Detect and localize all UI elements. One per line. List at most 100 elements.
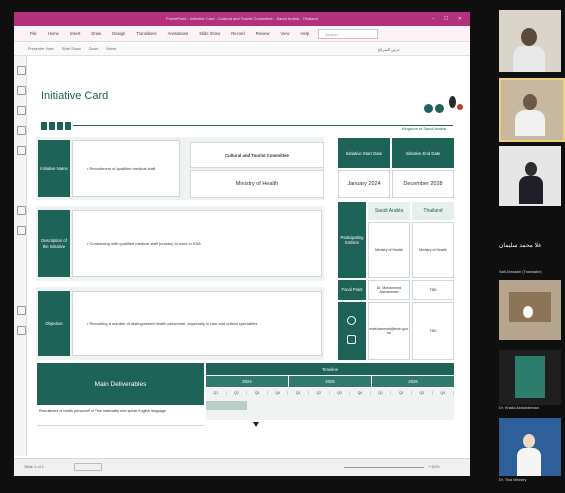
slides-icon[interactable] <box>17 306 26 315</box>
window-controls[interactable]: – ☐ ✕ <box>432 12 466 26</box>
quarter-label: Q3 <box>330 391 351 395</box>
subtitle-icon[interactable] <box>17 226 26 235</box>
participating-entities-label: Participating Entities <box>338 202 366 278</box>
participant-video[interactable] <box>499 350 561 405</box>
quarter-label: Q1 <box>371 391 392 395</box>
zoom-slider[interactable] <box>344 467 424 468</box>
presentation-window: PowerPoint - Initiative Card - Cultural … <box>14 12 470 476</box>
ribbon: Presenter View Slide Show Zoom Notes عرض… <box>14 43 470 56</box>
description-text: • Contracting with qualified medical sta… <box>72 210 322 277</box>
quarter-label: Q2 <box>309 391 330 395</box>
objective-label: Objective <box>38 291 70 356</box>
ribbon-item-arabic[interactable]: عرض الشرائح <box>378 47 400 52</box>
slide-title: Initiative Card <box>41 90 109 102</box>
zoom-icon[interactable] <box>17 206 26 215</box>
start-date-header: Initiative Start Date <box>338 138 390 168</box>
logo-mark <box>435 104 444 113</box>
window-title: PowerPoint - Initiative Card - Cultural … <box>166 16 318 21</box>
menu-view[interactable]: View <box>280 31 289 36</box>
title-bar: PowerPoint - Initiative Card - Cultural … <box>14 12 470 26</box>
focal-point-label: Focal Point <box>338 280 366 300</box>
end-date-value: December 2028 <box>392 170 454 198</box>
gantt-bar <box>206 401 247 410</box>
focal-point-1: Dr. Mohammed Alshammari <box>368 280 410 300</box>
select-icon[interactable] <box>17 66 26 75</box>
slide-counter: Slide 1 of 1 <box>24 464 45 469</box>
menu-design[interactable]: Design <box>112 31 125 36</box>
contact-label-cell <box>338 302 366 360</box>
end-date-header: Initiative End Date <box>392 138 454 168</box>
quarter-label: Q3 <box>247 391 268 395</box>
zoom-level[interactable]: + 62% <box>428 464 439 469</box>
participant-name: Dr. Khalid Abdulrahman <box>499 406 539 410</box>
initiative-name-text: • Recruitment of qualified medical staff <box>72 140 180 197</box>
participant-video[interactable] <box>499 78 565 142</box>
pen-icon[interactable] <box>17 86 26 95</box>
title-bar-block <box>65 122 71 130</box>
quarter-label: Q4 <box>433 391 454 395</box>
title-bar-block <box>41 122 47 130</box>
ribbon-item[interactable]: Presenter View <box>28 47 54 51</box>
participant-name: علا محمد سليمان <box>499 243 542 249</box>
participant-video[interactable] <box>499 10 561 72</box>
timeline-header: Timeline <box>206 363 454 375</box>
view-buttons[interactable] <box>74 463 102 471</box>
objective-text: • Recruiting a number of distinguished h… <box>72 291 322 356</box>
participant-video[interactable] <box>499 280 561 340</box>
mouse-cursor-icon <box>253 422 259 427</box>
ribbon-item[interactable]: Zoom <box>89 47 99 51</box>
year-2: 2025 <box>289 376 371 387</box>
laser-icon[interactable] <box>17 146 26 155</box>
eraser-icon[interactable] <box>17 126 26 135</box>
menu-file[interactable]: File <box>30 31 37 36</box>
menu-help[interactable]: Help <box>300 31 309 36</box>
title-bar-block <box>49 122 55 130</box>
slide-canvas: Initiative Card Kingdom of Saudi Arabia … <box>27 56 470 458</box>
year-1: 2024 <box>206 376 288 387</box>
initiative-name-label: Initiative Name <box>38 140 70 197</box>
ribbon-item[interactable]: Slide Show <box>62 47 81 51</box>
participant-video[interactable] <box>499 146 561 206</box>
person-icon <box>347 316 356 325</box>
menu-review[interactable]: Review <box>256 31 270 36</box>
highlighter-icon[interactable] <box>17 106 26 115</box>
quarter-label: Q2 <box>227 391 248 395</box>
more-icon[interactable] <box>17 326 26 335</box>
contact-1: malshammari@moh.gov.sa <box>368 302 410 360</box>
status-bar: Slide 1 of 1 + 62% <box>14 458 470 476</box>
menu-slide-show[interactable]: Slide Show <box>199 31 220 36</box>
menu-draw[interactable]: Draw <box>91 31 101 36</box>
committee-name: Cultural and Tourist Committee <box>190 142 324 168</box>
menu-transitions[interactable]: Transitions <box>136 31 156 36</box>
menu-animations[interactable]: Animations <box>168 31 189 36</box>
logo-mark <box>457 104 463 110</box>
timeline-grid: Q1 Q2 Q3 Q4 Q1 Q2 Q3 Q4 Q1 Q2 Q3 Q4 <box>206 388 454 420</box>
search-input[interactable]: Search <box>318 29 378 39</box>
title-bar-block <box>57 122 63 130</box>
year-3: 2026 <box>372 376 454 387</box>
email-icon <box>347 335 356 344</box>
focal-point-2: TBD <box>412 280 454 300</box>
country-2: Thailand <box>412 202 454 220</box>
menu-home[interactable]: Home <box>48 31 59 36</box>
ministry-name: Ministry of Health <box>190 170 324 198</box>
deliverable-1: Recruitment of health personnel of Thai … <box>37 406 204 426</box>
ribbon-item[interactable]: Notes <box>106 47 116 51</box>
deliverables-header: Main Deliverables <box>37 363 204 405</box>
start-date-value: January 2024 <box>338 170 390 198</box>
logo-mark <box>424 104 433 113</box>
participant-video[interactable] <box>499 418 561 476</box>
quarter-label: Q4 <box>268 391 289 395</box>
menu-insert[interactable]: Insert <box>70 31 80 36</box>
entity-2: Ministry of Health <box>412 222 454 278</box>
quarter-label: Q2 <box>391 391 412 395</box>
logo-caption: Kingdom of Saudi Arabia <box>402 126 447 131</box>
participant-name: Saif Almutairi (Translator) <box>499 270 542 274</box>
quarter-label: Q1 <box>288 391 309 395</box>
description-label: Description of the Initiative <box>38 210 70 277</box>
contact-2: TBD <box>412 302 454 360</box>
logo-mark <box>449 96 456 108</box>
menu-record[interactable]: Record <box>231 31 245 36</box>
entity-1: Ministry of Health <box>368 222 410 278</box>
quarter-label: Q3 <box>412 391 433 395</box>
